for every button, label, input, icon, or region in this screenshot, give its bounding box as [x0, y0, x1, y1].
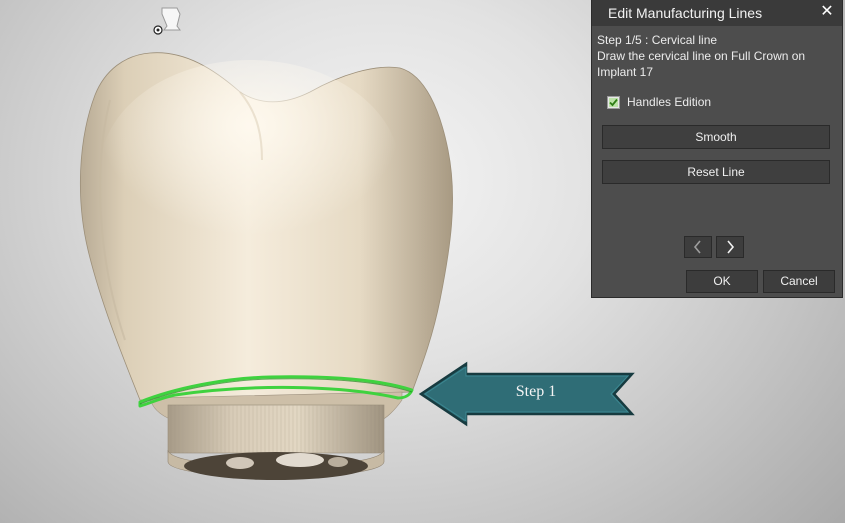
cancel-button[interactable]: Cancel	[763, 270, 835, 293]
chevron-right-icon	[727, 240, 735, 254]
panel-title: Edit Manufacturing Lines	[608, 5, 763, 21]
panel-header[interactable]: Edit Manufacturing Lines ✕	[592, 0, 842, 26]
close-icon[interactable]: ✕	[818, 3, 836, 21]
previous-step-button[interactable]	[684, 236, 712, 258]
handles-edition-checkbox[interactable]	[607, 96, 620, 109]
next-step-button[interactable]	[716, 236, 744, 258]
chevron-left-icon	[693, 240, 701, 254]
ok-button[interactable]: OK	[686, 270, 758, 293]
smooth-button[interactable]: Smooth	[602, 125, 830, 149]
checkmark-icon	[609, 98, 618, 107]
reset-line-button[interactable]: Reset Line	[602, 160, 830, 184]
step-instructions: Step 1/5 : Cervical line Draw the cervic…	[597, 32, 835, 80]
instruction-line-1: Draw the cervical line on Full Crown on	[597, 49, 806, 63]
step-callout-label: Step 1	[515, 383, 557, 400]
step-heading: Step 1/5 : Cervical line	[597, 33, 718, 47]
edit-manufacturing-lines-panel: Edit Manufacturing Lines ✕ Step 1/5 : Ce…	[591, 0, 843, 298]
instruction-line-2: Implant 17	[597, 65, 654, 79]
handles-edition-label: Handles Edition	[627, 95, 712, 109]
tooth-view-cube-icon[interactable]	[153, 7, 181, 35]
crown-model[interactable]	[80, 52, 453, 480]
